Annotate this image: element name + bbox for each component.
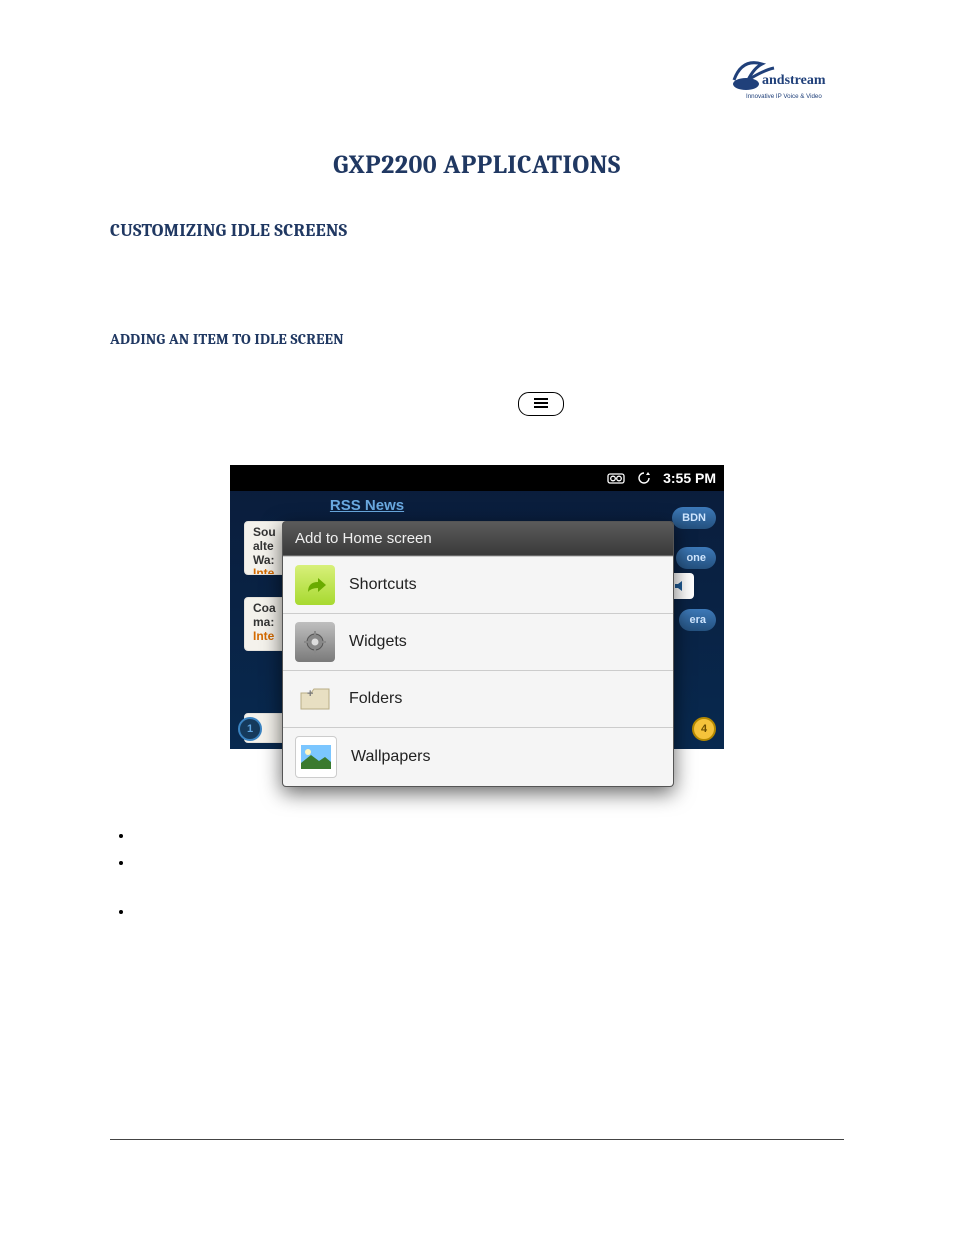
footer-right: Page 47 of 133 [769, 1163, 844, 1175]
bullet-shortcuts: Shortcuts: Add shortcuts to the home scr… [134, 825, 844, 847]
bullet-folders: Folders: Add a folder to the home screen… [134, 901, 844, 968]
dialog-item-shortcuts[interactable]: Shortcuts [283, 556, 673, 613]
page-indicator-1: 1 [238, 717, 262, 741]
page-title: GXP2200 APPLICATIONS [110, 150, 844, 180]
dialog-item-widgets[interactable]: Widgets [283, 613, 673, 670]
category-list: Shortcuts: Add shortcuts to the home scr… [134, 825, 844, 968]
step-1: 1. Select and open up the idle screen wh… [110, 366, 844, 389]
rss-card-1-line: alte [253, 539, 274, 553]
svg-text:+: + [307, 688, 313, 700]
document-page: andstream Innovative IP Voice & Video GX… [0, 0, 954, 1235]
dialog-title: Add to Home screen [283, 522, 673, 556]
svg-text:Innovative IP Voice & Video: Innovative IP Voice & Video [746, 93, 822, 100]
rss-card-2-line: Coa [253, 601, 276, 615]
dialog-item-label: Widgets [349, 633, 407, 651]
voicemail-icon [607, 471, 625, 485]
rss-card-1-line: Sou [253, 525, 276, 539]
dialog-item-label: Folders [349, 690, 402, 708]
rss-card-2-line: ma: [253, 615, 274, 629]
rss-card-1-source: Inte [253, 566, 274, 575]
step-2b: and select "Add". A list of options for … [110, 418, 844, 441]
dialog-item-folders[interactable]: + Folders [283, 670, 673, 727]
bullet-text: Widgets: Add any of the widgets to the h… [134, 854, 842, 893]
dialog-item-label: Shortcuts [349, 576, 417, 594]
menu-hardkey-icon [518, 392, 564, 416]
svg-text:andstream: andstream [762, 73, 826, 88]
step-2-text: 2. Touch and hold the open area on the s… [110, 394, 513, 411]
section-heading-adding-item: ADDING AN ITEM TO IDLE SCREEN [110, 330, 844, 348]
figure-wrap: 3:55 PM RSS News Sou alte Wa: Inte Coa m… [110, 465, 844, 749]
folder-icon: + [295, 679, 335, 719]
bg-button-3: era [679, 609, 716, 631]
add-to-home-dialog: Add to Home screen Shortcuts Widgets + [282, 521, 674, 787]
section-heading-customizing: CUSTOMIZING IDLE SCREENS [110, 220, 844, 241]
sync-icon [635, 471, 653, 485]
shortcut-icon [295, 565, 335, 605]
footer-rule [110, 1139, 844, 1140]
status-bar: 3:55 PM [230, 465, 724, 491]
gear-icon [295, 622, 335, 662]
footer-center: GXP2200 USER MANUAL [439, 1163, 569, 1175]
bg-button-1: BDN [672, 507, 716, 529]
status-time: 3:55 PM [663, 470, 716, 486]
brand-logo: andstream Innovative IP Voice & Video [724, 50, 844, 110]
wallpaper-icon [295, 736, 337, 778]
dialog-item-wallpapers[interactable]: Wallpapers [283, 727, 673, 786]
page-indicator-4: 4 [692, 717, 716, 741]
bullet-text: Folders: Add a folder to the home screen… [134, 903, 823, 965]
page-footer: Firmware Version 1.0.1.20 GXP2200 USER M… [110, 1163, 844, 1175]
rss-card-2-source: Inte [253, 629, 274, 643]
section-body: On the GXP2200, users could add app icon… [110, 261, 844, 306]
footer-left: Firmware Version 1.0.1.20 [110, 1163, 238, 1175]
step-2a: 2. Touch and hold the open area on the s… [110, 391, 844, 416]
device-screenshot: 3:55 PM RSS News Sou alte Wa: Inte Coa m… [230, 465, 724, 749]
rss-news-title: RSS News [242, 497, 492, 514]
bg-button-2: one [676, 547, 716, 569]
bullet-text: Shortcuts: Add shortcuts to the home scr… [134, 827, 704, 844]
dialog-item-label: Wallpapers [351, 748, 430, 766]
step-3: 3. Tap on the category – Shortcuts, Widg… [110, 800, 844, 823]
bullet-widgets: Widgets: Add any of the widgets to the h… [134, 852, 844, 897]
rss-card-1-line: Wa: [253, 553, 275, 567]
